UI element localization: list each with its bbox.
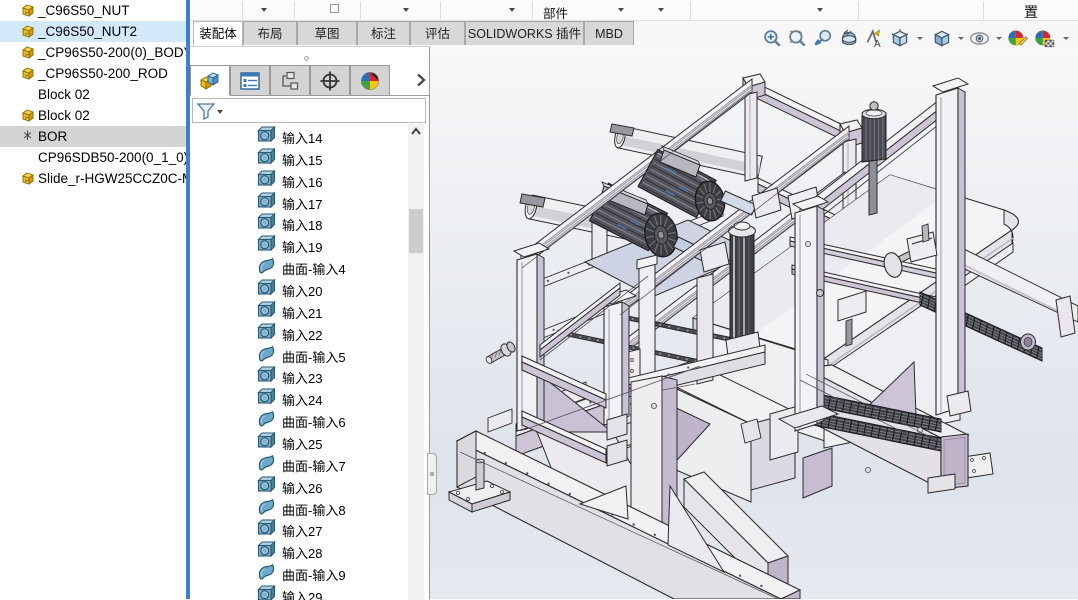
svg-text:A: A	[874, 39, 881, 49]
